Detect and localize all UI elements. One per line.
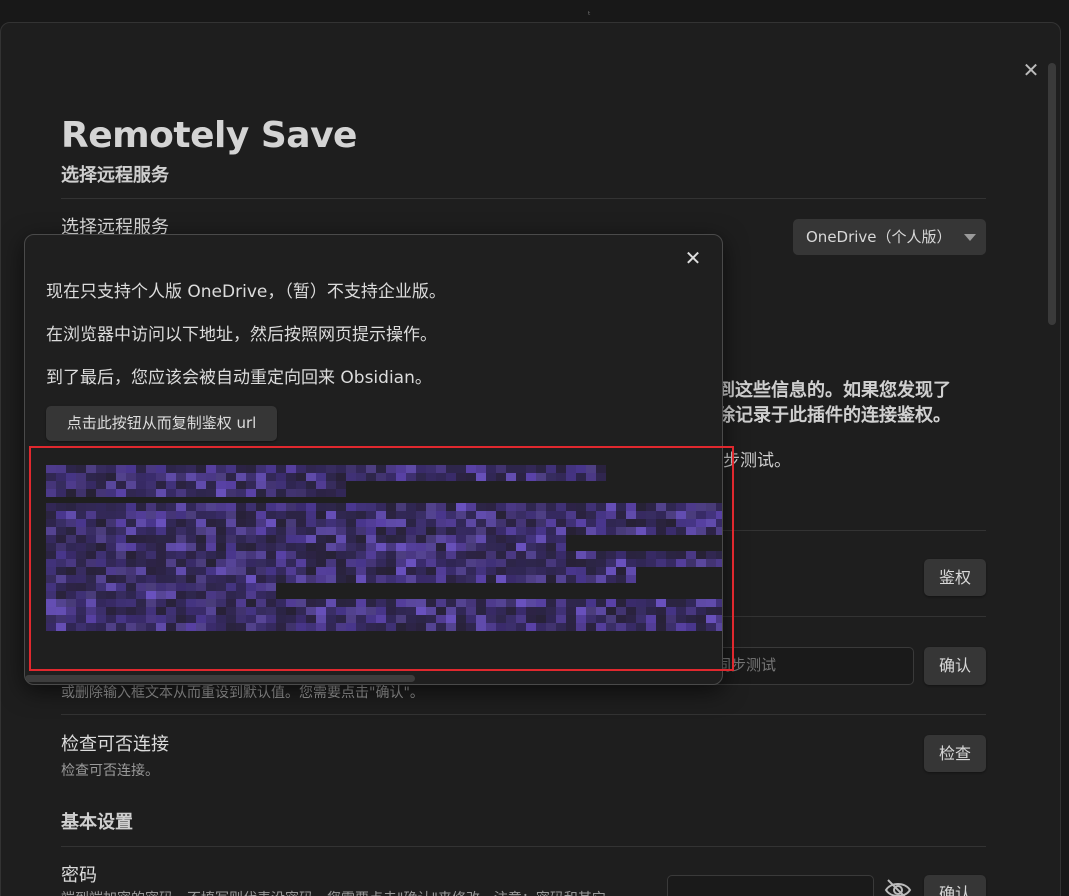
section-heading-basic: 基本设置	[61, 812, 133, 833]
auth-button[interactable]: 鉴权	[924, 559, 986, 596]
divider	[61, 846, 986, 847]
divider	[61, 198, 986, 199]
divider	[61, 714, 986, 715]
onedrive-auth-modal: ✕ 现在只支持个人版 OneDrive，（暂）不支持企业版。 在浏览器中访问以下…	[24, 234, 723, 685]
password-confirm-button[interactable]: 确认	[924, 875, 986, 896]
remote-service-select[interactable]: OneDrive（个人版）	[793, 219, 986, 255]
info-text-partial-2: 除记录于此插件的连接鉴权。	[717, 405, 951, 426]
check-button[interactable]: 检查	[924, 735, 986, 772]
check-connection-description: 检查可否连接。	[61, 763, 159, 779]
copy-auth-url-button[interactable]: 点击此按钮从而复制鉴权 url	[46, 406, 277, 441]
modal-text-line-1: 现在只支持个人版 OneDrive，（暂）不支持企业版。	[46, 282, 446, 302]
chevron-down-icon	[964, 234, 976, 241]
remote-service-value: OneDrive（个人版）	[806, 228, 952, 246]
row-description: 或删除输入框文本从而重设到默认值。您需要点击"确认"。	[61, 685, 424, 701]
close-icon[interactable]: ✕	[682, 247, 704, 269]
blurred-auth-url	[46, 465, 722, 631]
password-label: 密码	[61, 865, 97, 886]
eye-off-icon[interactable]	[883, 877, 913, 896]
window-pin: ᵗ	[588, 11, 591, 21]
page-title: Remotely Save	[61, 115, 357, 156]
horizontal-scrollbar[interactable]	[25, 675, 415, 682]
prefix-input-placeholder: 同步测试	[716, 656, 777, 674]
password-input[interactable]	[667, 875, 874, 896]
info-text-partial-3: 步测试。	[723, 451, 791, 471]
confirm-button[interactable]: 确认	[924, 647, 986, 685]
password-description: 端到端加密的密码。不填写则代表没密码。您需要点击"确认"来修改。注意：密码和其它	[61, 888, 641, 896]
info-text-partial-1: 到这些信息的。如果您发现了	[717, 380, 951, 401]
modal-text-line-2: 在浏览器中访问以下地址，然后按照网页提示操作。	[46, 325, 437, 345]
prefix-input[interactable]: 同步测试	[707, 647, 914, 685]
close-icon[interactable]: ✕	[1020, 59, 1042, 81]
vertical-scrollbar[interactable]	[1048, 63, 1056, 325]
check-connection-label: 检查可否连接	[61, 734, 169, 755]
section-heading-remote: 选择远程服务	[61, 165, 169, 186]
modal-text-line-3: 到了最后，您应该会被自动重定向回来 Obsidian。	[46, 368, 432, 388]
